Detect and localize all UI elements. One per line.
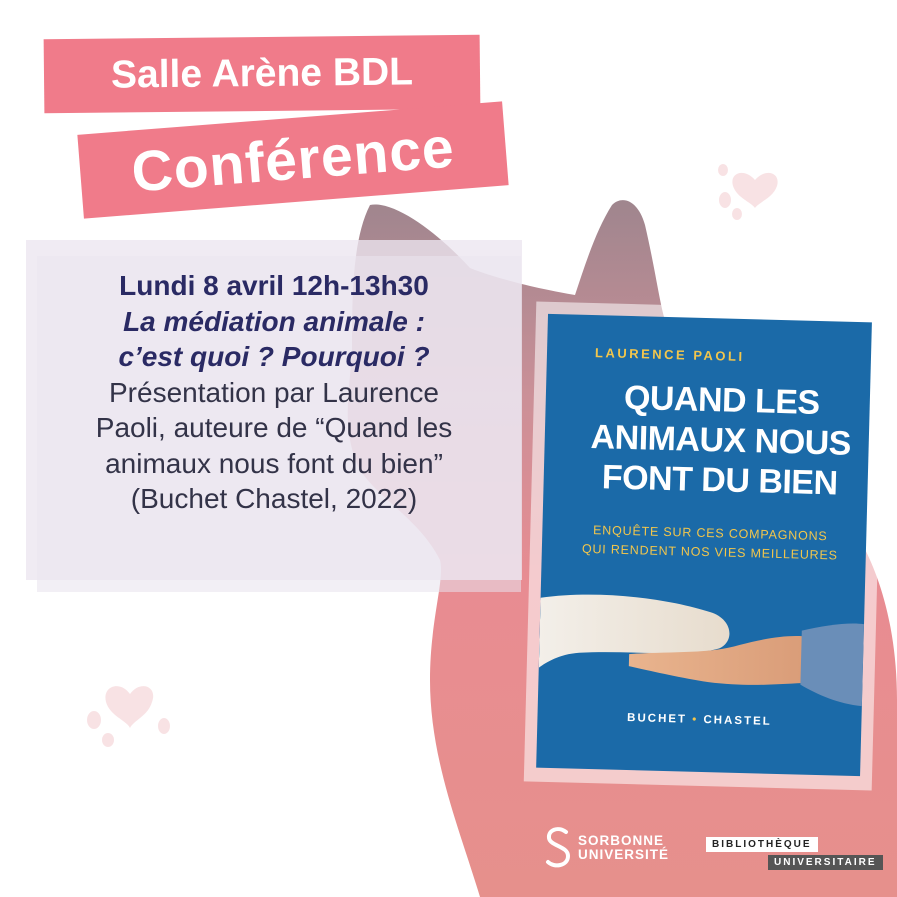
event-description-line4: (Buchet Chastel, 2022) [130, 483, 418, 514]
publisher-right: CHASTEL [703, 714, 772, 728]
event-type-text: Conférence [129, 115, 457, 205]
event-description-line2: Paoli, auteure de “Quand les [95, 412, 453, 443]
sorbonne-line2: UNIVERSITÉ [578, 847, 670, 862]
book-cover: LAURENCE PAOLI QUAND LES ANIMAUX NOUS FO… [523, 301, 885, 791]
sorbonne-line1: SORBONNE [578, 833, 665, 848]
book-author: LAURENCE PAOLI [594, 345, 745, 364]
library-line2: UNIVERSITAIRE [768, 855, 883, 870]
book-cover-face: LAURENCE PAOLI QUAND LES ANIMAUX NOUS FO… [536, 313, 872, 777]
event-title-line2: c’est quoi ? Pourquoi ? [118, 341, 430, 372]
event-date-time: Lundi 8 avril 12h-13h30 [119, 270, 429, 301]
sorbonne-logo-icon [546, 827, 571, 868]
venue-text: Salle Arène BDL [110, 50, 414, 97]
event-description-line3: animaux nous font du bien” [105, 447, 443, 479]
venue-label: Salle Arène BDL [43, 34, 481, 114]
paw-print-icon [718, 164, 778, 220]
library-logo: BIBLIOTHÈQUE UNIVERSITAIRE [706, 834, 883, 870]
book-title-line3: FONT DU BIEN [601, 458, 839, 503]
event-info-box: Lundi 8 avril 12h-13h30 La médiation ani… [26, 240, 522, 580]
sorbonne-text: SORBONNE UNIVERSITÉ [578, 834, 669, 862]
sorbonne-logo: SORBONNE UNIVERSITÉ [544, 826, 669, 870]
library-line1: BIBLIOTHÈQUE [706, 837, 818, 852]
event-description-line1: Présentation par Laurence [109, 376, 439, 408]
book-subtitle: ENQUÊTE SUR CES COMPAGNONS QUI RENDENT N… [570, 520, 851, 565]
event-title-line1: La médiation animale : [123, 305, 425, 337]
publisher-separator: • [692, 713, 699, 726]
publisher-left: BUCHET [626, 712, 688, 726]
paw-print-icon [87, 686, 170, 747]
book-title: QUAND LES ANIMAUX NOUS FONT DU BIEN [579, 377, 862, 504]
